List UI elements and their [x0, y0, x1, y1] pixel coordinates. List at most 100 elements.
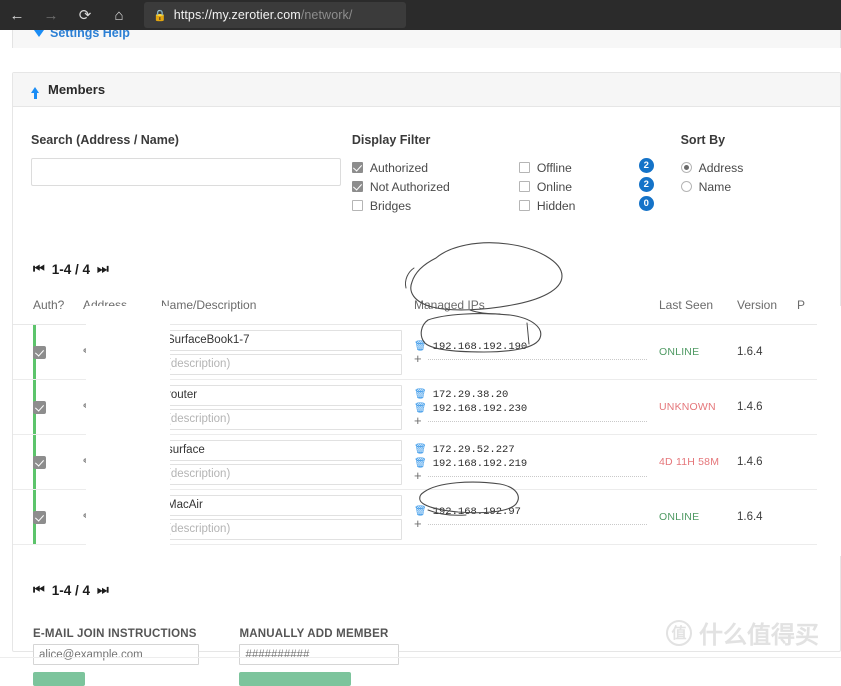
online-count-badge: 2: [638, 177, 654, 192]
checkbox-icon[interactable]: [351, 181, 363, 192]
address-bar[interactable]: 🔒 https://my.zerotier.com/network/: [144, 2, 406, 28]
manual-add-input[interactable]: [239, 644, 400, 665]
trash-icon[interactable]: 🗑: [414, 444, 427, 456]
cell-version: 1.4.6: [737, 380, 797, 434]
cell-name-description: SurfaceBook1-7 (description): [161, 325, 414, 379]
arrow-up-icon: [31, 86, 39, 99]
manual-add-submit-button[interactable]: [239, 672, 352, 686]
authorize-checkbox[interactable]: [33, 510, 46, 524]
add-ip-input[interactable]: [427, 420, 647, 422]
managed-ip-value: 192.168.192.97: [432, 506, 521, 518]
cell-auth: [13, 380, 83, 434]
email-join-input[interactable]: [33, 644, 199, 665]
member-description-input[interactable]: (description): [161, 518, 402, 540]
checkbox-icon[interactable]: [351, 162, 363, 173]
header-managed-ips: Managed IPs: [414, 297, 485, 312]
plus-icon[interactable]: +: [414, 469, 422, 482]
browser-toolbar: ← → ⟳ ⌂ 🔒 https://my.zerotier.com/networ…: [0, 0, 841, 30]
filter-authorized[interactable]: Authorized: [351, 158, 519, 177]
filter-offline[interactable]: Offline: [518, 158, 639, 177]
checkbox-icon[interactable]: [518, 181, 530, 192]
cell-last-seen: 4D 11H 58M: [659, 435, 737, 489]
authorize-checkbox[interactable]: [33, 345, 46, 359]
member-description-input[interactable]: (description): [161, 408, 402, 430]
right-edge-redaction: [817, 306, 841, 556]
add-managed-ip-row[interactable]: +: [414, 517, 659, 530]
plus-icon[interactable]: +: [414, 414, 422, 427]
radio-icon[interactable]: [680, 181, 692, 192]
add-managed-ip-row[interactable]: +: [414, 352, 659, 365]
plus-icon[interactable]: +: [414, 517, 422, 530]
url-host: https://my.zerotier.com: [173, 8, 301, 22]
radio-icon[interactable]: [680, 162, 692, 173]
sort-name-label: Name: [698, 179, 732, 194]
managed-ip-value: 192.168.192.230: [432, 403, 528, 415]
managed-ip-row: 🗑 192.168.192.190: [414, 341, 659, 353]
add-managed-ip-row[interactable]: +: [414, 469, 659, 482]
managed-ip-row: 🗑 172.29.52.227: [414, 444, 659, 456]
sort-by-column: Sort By Address Name: [680, 133, 840, 222]
cell-name-description: router (description): [161, 380, 414, 434]
lock-icon: 🔒: [153, 9, 167, 22]
url-path: /network/: [300, 8, 353, 22]
member-name-input[interactable]: surface: [161, 439, 402, 461]
member-name-input[interactable]: router: [161, 384, 402, 406]
sort-option-address[interactable]: Address: [680, 158, 840, 177]
filter-bridges-label: Bridges: [369, 198, 412, 213]
add-ip-input[interactable]: [427, 523, 647, 525]
add-ip-input[interactable]: [427, 475, 647, 477]
search-input[interactable]: [31, 158, 341, 186]
cell-last-seen: ONLINE: [659, 490, 737, 544]
version-value: 1.4.6: [737, 401, 763, 413]
authorize-checkbox[interactable]: [33, 455, 46, 469]
filter-online[interactable]: Online: [518, 177, 639, 196]
filter-bridges[interactable]: Bridges: [351, 196, 519, 215]
managed-ip-row: 🗑 172.29.38.20: [414, 389, 659, 401]
last-page-icon[interactable]: ⏭: [97, 261, 109, 277]
sort-option-name[interactable]: Name: [680, 177, 840, 196]
checkbox-icon[interactable]: [351, 200, 363, 211]
member-description-input[interactable]: (description): [161, 353, 402, 375]
add-managed-ip-row[interactable]: +: [414, 414, 659, 427]
offline-count-badge: 2: [638, 158, 654, 173]
managed-ip-row: 🗑 192.168.192.219: [414, 458, 659, 470]
email-join-submit-button[interactable]: [33, 672, 85, 686]
member-name-input[interactable]: MacAir: [161, 494, 402, 516]
cell-last-seen: ONLINE: [659, 325, 737, 379]
home-icon[interactable]: ⌂: [102, 0, 136, 30]
members-header[interactable]: Members: [13, 73, 840, 107]
plus-icon[interactable]: +: [414, 352, 422, 365]
last-page-icon[interactable]: ⏭: [97, 582, 109, 598]
trash-icon[interactable]: 🗑: [414, 389, 427, 401]
first-page-icon[interactable]: ⏮: [33, 261, 45, 277]
version-value: 1.6.4: [737, 511, 763, 523]
reload-icon[interactable]: ⟳: [68, 0, 102, 30]
cell-auth: [13, 435, 83, 489]
checkbox-icon[interactable]: [518, 162, 530, 173]
hidden-count-badge: 0: [638, 196, 654, 211]
last-seen-value: UNKNOWN: [659, 401, 716, 413]
managed-ip-value: 172.29.38.20: [432, 389, 509, 401]
member-name-input[interactable]: SurfaceBook1-7: [161, 329, 402, 351]
watermark-badge: 值: [666, 619, 692, 646]
email-join-label: E-MAIL JOIN INSTRUCTIONS: [33, 628, 197, 640]
filter-hidden[interactable]: Hidden: [518, 196, 639, 215]
authorize-checkbox[interactable]: [33, 400, 46, 414]
watermark: 值 什么值得买: [666, 615, 819, 650]
sort-by-label: Sort By: [680, 133, 726, 147]
back-icon[interactable]: ←: [0, 0, 34, 30]
pager-range: 1-4 / 4: [51, 582, 90, 598]
version-value: 1.6.4: [737, 346, 763, 358]
header-last-seen: Last Seen: [659, 297, 714, 312]
pager-range: 1-4 / 4: [51, 261, 90, 277]
member-description-input[interactable]: (description): [161, 463, 402, 485]
filter-not-authorized[interactable]: Not Authorized: [351, 177, 519, 196]
forward-icon[interactable]: →: [34, 0, 68, 30]
first-page-icon[interactable]: ⏮: [33, 582, 45, 598]
add-ip-input[interactable]: [427, 358, 647, 360]
search-label: Search (Address / Name): [31, 133, 179, 147]
url-text: https://my.zerotier.com/network/: [174, 8, 353, 22]
checkbox-icon[interactable]: [518, 200, 530, 211]
search-column: Search (Address / Name): [13, 133, 352, 222]
cell-last-seen: UNKNOWN: [659, 380, 737, 434]
